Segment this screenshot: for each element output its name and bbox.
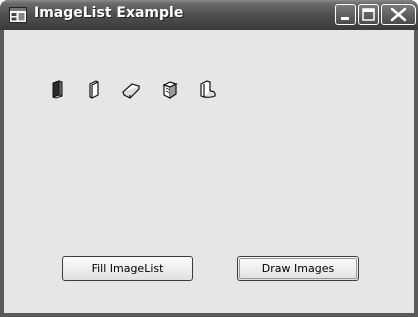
maximize-icon: [362, 8, 375, 21]
client-area: Fill ImageList Draw Images: [4, 30, 414, 313]
fill-imagelist-button[interactable]: Fill ImageList: [62, 256, 193, 281]
close-button[interactable]: [381, 4, 416, 25]
minimize-button[interactable]: [335, 4, 356, 25]
book-tilted-icon: [121, 79, 141, 101]
close-icon: [390, 7, 407, 22]
book-stack-icon: [160, 79, 180, 101]
window-app-icon[interactable]: [9, 7, 27, 23]
window-title: ImageList Example: [34, 5, 184, 21]
book-closed-icon: [48, 79, 68, 101]
maximize-button[interactable]: [358, 4, 379, 25]
minimize-icon: [341, 17, 349, 20]
book-open-icon: [85, 79, 105, 101]
book-curled-icon: [197, 79, 217, 101]
app-window: ImageList Example Fill ImageList Draw Im…: [0, 0, 418, 317]
draw-images-button[interactable]: Draw Images: [237, 256, 359, 281]
title-bar[interactable]: ImageList Example: [0, 0, 418, 30]
